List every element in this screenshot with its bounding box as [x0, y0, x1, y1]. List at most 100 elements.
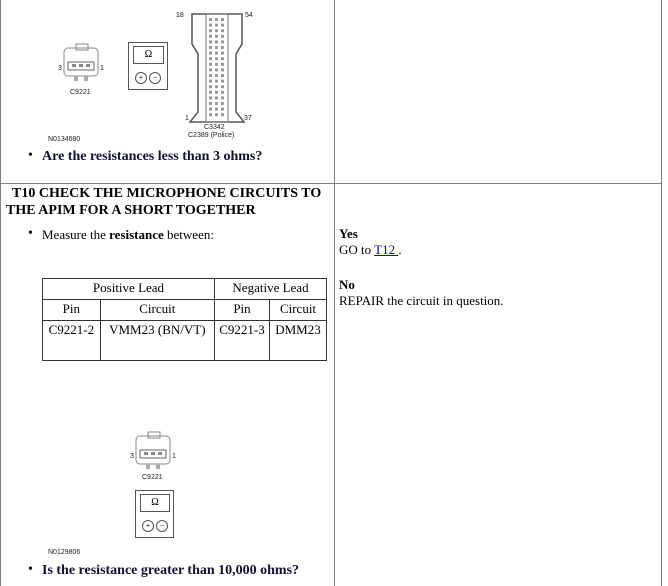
pin-cavity — [215, 96, 218, 100]
pin-label: 37 — [244, 115, 252, 122]
pin-cavity — [221, 29, 224, 33]
pin-cavity — [221, 113, 224, 117]
table-border-right — [661, 0, 662, 586]
measurement-table: Positive Lead Negative Lead Pin Circuit Pin… — [42, 278, 327, 361]
table-border-left — [0, 0, 1, 586]
pin-cavity — [209, 57, 212, 61]
pin-cavity — [209, 23, 212, 27]
pin-cavity — [221, 107, 224, 111]
table-border-middle — [334, 0, 335, 586]
pin-cavity — [215, 107, 218, 111]
connector-label: C2389 (Police) — [188, 132, 235, 139]
pin-cavity — [221, 51, 224, 55]
pin-cavity — [209, 68, 212, 72]
pin-cavity — [209, 74, 212, 77]
goto-t12-link[interactable]: T12 — [374, 242, 398, 257]
pin-cavity — [215, 113, 218, 117]
meter-display: Ω — [140, 494, 170, 512]
pin-cavity — [221, 34, 224, 38]
figure-id: N0129806 — [48, 549, 81, 556]
pin-label: 1 — [185, 115, 189, 122]
pin-cavity — [215, 62, 218, 66]
pin-cavity — [209, 29, 212, 33]
pin-cavity — [221, 96, 224, 100]
bullet: • — [28, 562, 33, 577]
question: Is the resistance greater than 10,000 oh… — [42, 563, 300, 578]
pin-cavity — [209, 90, 212, 94]
pin-cavity — [221, 57, 224, 61]
instruction-bold: resistance — [109, 227, 164, 242]
bullet: • — [28, 148, 33, 163]
pin-cavity — [209, 34, 212, 38]
connector-label: C9221 — [70, 89, 91, 96]
pin-label: 3 — [130, 453, 134, 460]
no-label: No — [339, 277, 355, 292]
pin-cavity — [209, 85, 212, 89]
connector-c9221-icon — [135, 431, 171, 469]
no-action: REPAIR the circuit in question. — [339, 293, 504, 308]
pin-cavity — [209, 51, 212, 55]
pin-cavity — [209, 79, 212, 83]
yes-end: . — [398, 242, 402, 257]
minus-terminal-icon: − — [149, 72, 161, 84]
pin-cavity — [215, 90, 218, 94]
table-cell: C9221-2 — [42, 320, 101, 361]
pin-label: 1 — [100, 65, 104, 72]
column-header: Pin — [42, 299, 101, 321]
yes-label: Yes — [339, 226, 358, 241]
pin-cavity — [215, 74, 218, 77]
connector-c3342-icon: /*grid*/ — [188, 13, 246, 123]
pin-cavity — [215, 40, 218, 44]
table-cell: C9221-3 — [214, 320, 270, 361]
connector-c9221-figure: 3 1 C9221 — [128, 430, 178, 485]
table-cell: DMM23 — [269, 320, 327, 361]
table-cell: VMM23 (BN/VT) — [99, 320, 216, 361]
pin-cavity — [221, 23, 224, 27]
column-header: Circuit — [99, 299, 216, 321]
ohmmeter-figure: Ω + − — [135, 490, 174, 538]
pin-cavity — [221, 68, 224, 72]
column-header: Pin — [214, 299, 270, 321]
yes-action: GO to T12 . — [339, 242, 402, 258]
pin-cavity — [221, 18, 224, 21]
group-header: Positive Lead — [42, 278, 215, 300]
pin-cavity — [215, 23, 218, 27]
pin-cavity — [209, 96, 212, 100]
pin-cavity — [221, 40, 224, 44]
pin-cavity — [209, 46, 212, 49]
pin-cavity — [215, 18, 218, 21]
table-group-header-row: Positive Lead Negative Lead — [42, 278, 327, 300]
pin-cavity — [215, 51, 218, 55]
meter-display: Ω — [133, 46, 164, 64]
connector-label: C9221 — [142, 474, 163, 481]
connector-c3342-figure: /*grid*/ 18 54 1 37 C3342 C2389 (Police) — [170, 8, 260, 144]
pin-cavity — [215, 68, 218, 72]
pin-cavity — [209, 62, 212, 66]
pin-cavity — [209, 18, 212, 21]
instruction: Measure the resistance between: — [42, 227, 214, 243]
pin-cavity — [221, 62, 224, 66]
pin-cavity — [209, 113, 212, 117]
instruction-text: Measure the — [42, 227, 110, 242]
pin-cavity — [221, 46, 224, 49]
bullet: • — [28, 226, 33, 241]
table-row: C9221-2 VMM23 (BN/VT) C9221-3 DMM23 — [42, 320, 327, 361]
pin-cavity — [215, 85, 218, 89]
row-divider — [0, 183, 662, 184]
connector-c9221-icon — [63, 43, 99, 81]
pin-label: 3 — [58, 65, 62, 72]
pin-cavity — [221, 79, 224, 83]
pin-cavity — [215, 79, 218, 83]
pin-cavity — [221, 85, 224, 89]
pin-cavity — [221, 102, 224, 105]
pin-cavity — [221, 74, 224, 77]
yes-text: GO to — [339, 242, 375, 257]
table-header-row: Pin Circuit Pin Circuit — [42, 299, 327, 321]
pin-cavity — [209, 107, 212, 111]
connector-c9221-figure: 3 1 C9221 — [56, 42, 106, 97]
pin-label: 54 — [245, 12, 253, 19]
question-prev: Are the resistances less than 3 ohms? — [42, 149, 263, 164]
pin-label: 18 — [176, 12, 184, 19]
connector-label: C3342 — [204, 124, 225, 131]
pin-cavity — [209, 102, 212, 105]
